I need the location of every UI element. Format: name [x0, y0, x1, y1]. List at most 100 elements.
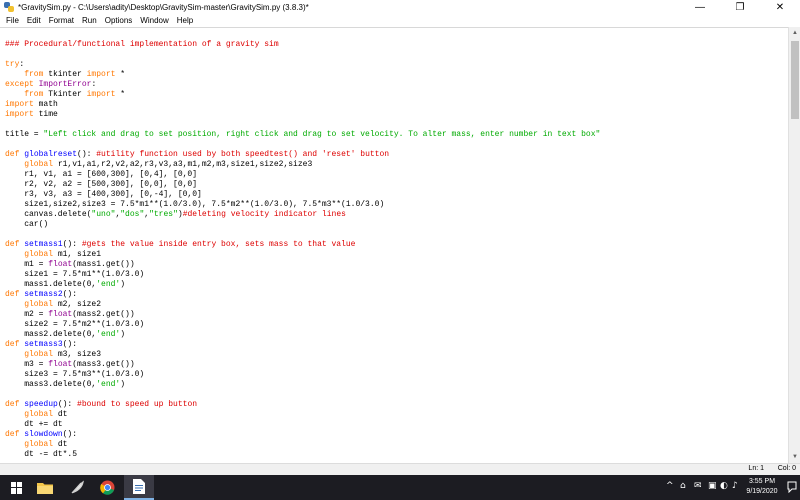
code-token: Tkinter	[43, 90, 87, 99]
code-line[interactable]: import math	[5, 100, 600, 110]
code-line[interactable]: size1,size2,size3 = 7.5*m1**(1.0/3.0), 7…	[5, 200, 600, 210]
code-line[interactable]: except ImportError:	[5, 80, 600, 90]
menu-file[interactable]: File	[3, 16, 22, 25]
code-token: "dos"	[120, 210, 145, 219]
code-line[interactable]: mass2.delete(0,'end')	[5, 330, 600, 340]
code-line[interactable]: dt += dt	[5, 420, 600, 430]
code-token: m3, size3	[53, 350, 102, 359]
code-line[interactable]: m3 = float(mass3.get())	[5, 360, 600, 370]
code-token: def	[5, 400, 20, 409]
code-line[interactable]: def slowdown():	[5, 430, 600, 440]
code-line[interactable]: global m1, size1	[5, 250, 600, 260]
clock-date: 9/19/2020	[746, 488, 778, 495]
title-bar[interactable]: *GravitySim.py - C:\Users\adity\Desktop\…	[0, 0, 800, 14]
code-line[interactable]: from tkinter import *	[5, 70, 600, 80]
code-line[interactable]	[5, 140, 600, 150]
code-token: math	[33, 100, 58, 109]
code-line[interactable]: m1 = float(mass1.get())	[5, 260, 600, 270]
code-token: (mass3.get())	[72, 360, 135, 369]
code-token: #bound to speed up button	[77, 400, 198, 409]
code-token: import	[86, 70, 116, 79]
code-line[interactable]: r2, v2, a2 = [500,300], [0,0], [0,0]	[5, 180, 600, 190]
code-line[interactable]: size3 = 7.5*m3**(1.0/3.0)	[5, 370, 600, 380]
scrollbar-thumb[interactable]	[791, 41, 799, 119]
tray-app-icon[interactable]: ⌂	[680, 481, 686, 491]
status-line: Ln: 1	[748, 465, 764, 472]
code-line[interactable]: try:	[5, 60, 600, 70]
code-token: )	[120, 280, 126, 289]
code-token: r1, v1, a1 = [600,300], [0,4], [0,0]	[5, 170, 198, 179]
taskbar-file-explorer[interactable]	[30, 475, 60, 500]
code-line[interactable]: mass3.delete(0,'end')	[5, 380, 600, 390]
code-line[interactable]: global m2, size2	[5, 300, 600, 310]
menu-window[interactable]: Window	[137, 16, 171, 25]
code-line[interactable]	[5, 230, 600, 240]
code-line[interactable]: def globalreset(): #utility function use…	[5, 150, 600, 160]
start-button[interactable]	[2, 475, 32, 500]
code-line[interactable]: r1, v1, a1 = [600,300], [0,4], [0,0]	[5, 170, 600, 180]
menu-options[interactable]: Options	[102, 16, 136, 25]
code-line[interactable]	[5, 390, 600, 400]
menu-edit[interactable]: Edit	[24, 16, 44, 25]
python-feather-icon	[71, 480, 84, 494]
code-text[interactable]: ### Procedural/functional implementation…	[5, 40, 600, 460]
code-line[interactable]: global dt	[5, 440, 600, 450]
code-line[interactable]: m2 = float(mass2.get())	[5, 310, 600, 320]
scroll-up-icon[interactable]: ▲	[789, 27, 800, 39]
code-token: global	[24, 160, 54, 169]
notification-icon[interactable]	[787, 481, 797, 493]
menu-format[interactable]: Format	[46, 16, 77, 25]
code-line[interactable]: car()	[5, 220, 600, 230]
code-line[interactable]: size2 = 7.5*m2**(1.0/3.0)	[5, 320, 600, 330]
code-line[interactable]: global r1,v1,a1,r2,v2,a2,r3,v3,a3,m1,m2,…	[5, 160, 600, 170]
code-token: globalreset	[24, 150, 78, 159]
taskbar: ^ ⌂ ✉ ▣ ◐ ♪ 3:55 PM 9/19/2020	[0, 475, 800, 500]
code-line[interactable]: canvas.delete("uno","dos","tres")#deleti…	[5, 210, 600, 220]
code-line[interactable]: def speedup(): #bound to speed up button	[5, 400, 600, 410]
code-line[interactable]: r3, v3, a3 = [400,300], [0,-4], [0,0]	[5, 190, 600, 200]
minimize-button[interactable]: —	[680, 0, 720, 14]
code-line[interactable]: def setmass3():	[5, 340, 600, 350]
code-line[interactable]	[5, 120, 600, 130]
tray-network-icon[interactable]: ◐	[720, 481, 728, 491]
tray-mail-icon[interactable]: ✉	[694, 481, 702, 491]
close-button[interactable]: ✕	[760, 0, 800, 14]
code-line[interactable]: ### Procedural/functional implementation…	[5, 40, 600, 50]
taskbar-clock[interactable]: 3:55 PM 9/19/2020	[740, 477, 784, 497]
code-line[interactable]: global dt	[5, 410, 600, 420]
code-line[interactable]: def setmass1(): #gets the value inside e…	[5, 240, 600, 250]
code-line[interactable]: title = "Left click and drag to set posi…	[5, 130, 600, 140]
code-line[interactable]	[5, 50, 600, 60]
menu-help[interactable]: Help	[174, 16, 196, 25]
code-editor[interactable]: ### Procedural/functional implementation…	[0, 27, 788, 463]
code-token: mass2.delete(0,	[5, 330, 97, 339]
code-line[interactable]: def setmass2():	[5, 290, 600, 300]
code-line[interactable]: mass1.delete(0,'end')	[5, 280, 600, 290]
menu-run[interactable]: Run	[79, 16, 100, 25]
tray-battery-icon[interactable]: ▣	[708, 481, 717, 491]
taskbar-python[interactable]	[62, 475, 92, 500]
code-line[interactable]: from Tkinter import *	[5, 90, 600, 100]
code-token: setmass3	[24, 340, 63, 349]
code-token: :	[19, 60, 25, 69]
taskbar-idle-editor[interactable]	[124, 475, 154, 500]
code-token: global	[24, 440, 54, 449]
status-col: Col: 0	[777, 465, 796, 472]
menu-bar: File Edit Format Run Options Window Help	[0, 14, 800, 27]
scroll-down-icon[interactable]: ▼	[789, 451, 800, 463]
code-token: ():	[62, 240, 82, 249]
tray-chevron-icon[interactable]: ^	[666, 481, 674, 491]
code-token: *	[115, 70, 126, 79]
code-line[interactable]: dt -= dt*.5	[5, 450, 600, 460]
code-line[interactable]: size1 = 7.5*m1**(1.0/3.0)	[5, 270, 600, 280]
vertical-scrollbar[interactable]: ▲ ▼	[788, 27, 800, 463]
taskbar-chrome[interactable]	[92, 475, 122, 500]
code-line[interactable]: import time	[5, 110, 600, 120]
code-token: ():	[62, 290, 78, 299]
restore-button[interactable]: ❐	[720, 0, 760, 14]
tray-volume-icon[interactable]: ♪	[732, 481, 738, 491]
code-token: except	[5, 80, 34, 89]
code-line[interactable]: global m3, size3	[5, 350, 600, 360]
